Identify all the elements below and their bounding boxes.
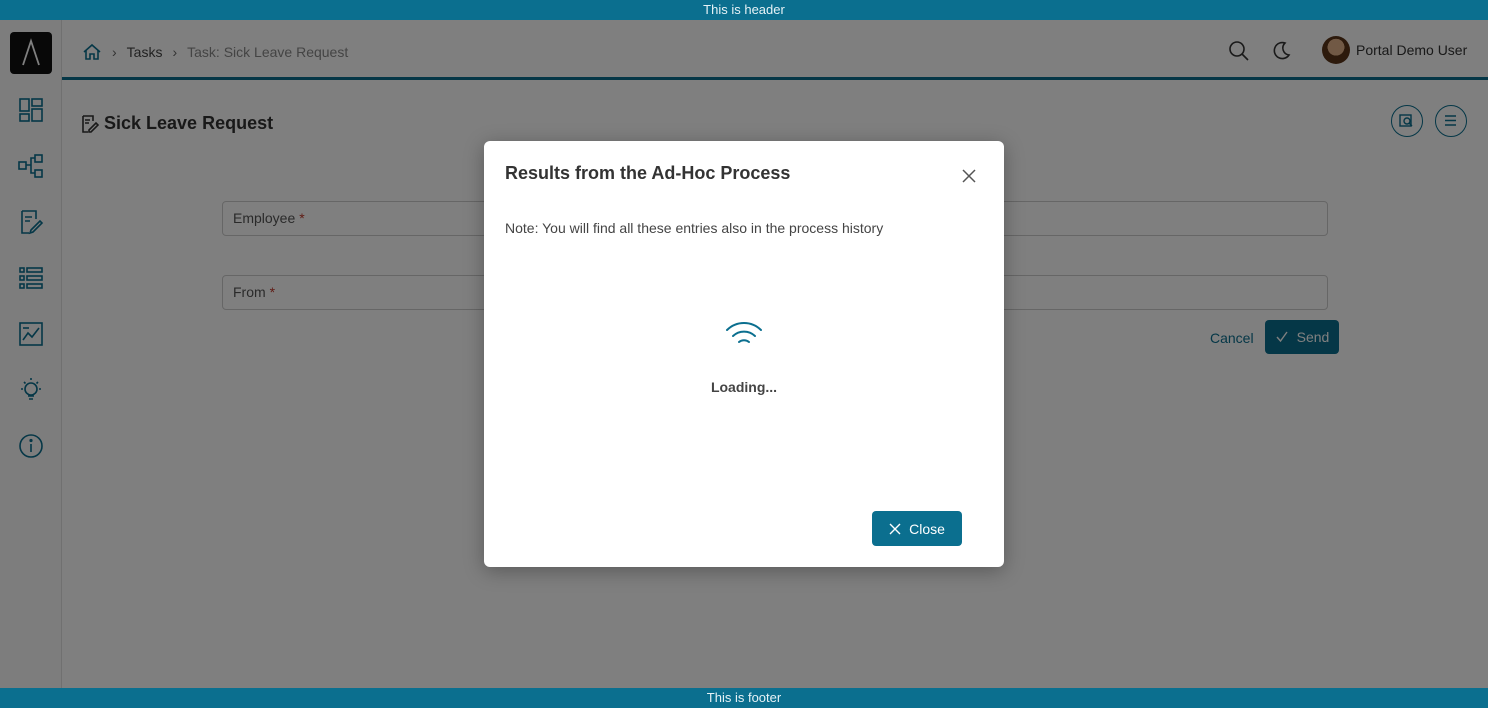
dialog-note: Note: You will find all these entries al… — [505, 220, 884, 236]
ad-hoc-results-dialog: Results from the Ad-Hoc Process Note: Yo… — [484, 141, 1004, 567]
close-icon — [889, 523, 901, 534]
close-label: Close — [909, 520, 945, 537]
loading-text: Loading... — [710, 379, 778, 395]
footer-banner: This is footer — [0, 688, 1488, 708]
loading-spinner-icon — [724, 319, 764, 349]
header-banner: This is header — [0, 0, 1488, 20]
close-button[interactable]: Close — [872, 511, 962, 546]
close-icon[interactable] — [960, 167, 978, 185]
dialog-title: Results from the Ad-Hoc Process — [505, 163, 791, 183]
